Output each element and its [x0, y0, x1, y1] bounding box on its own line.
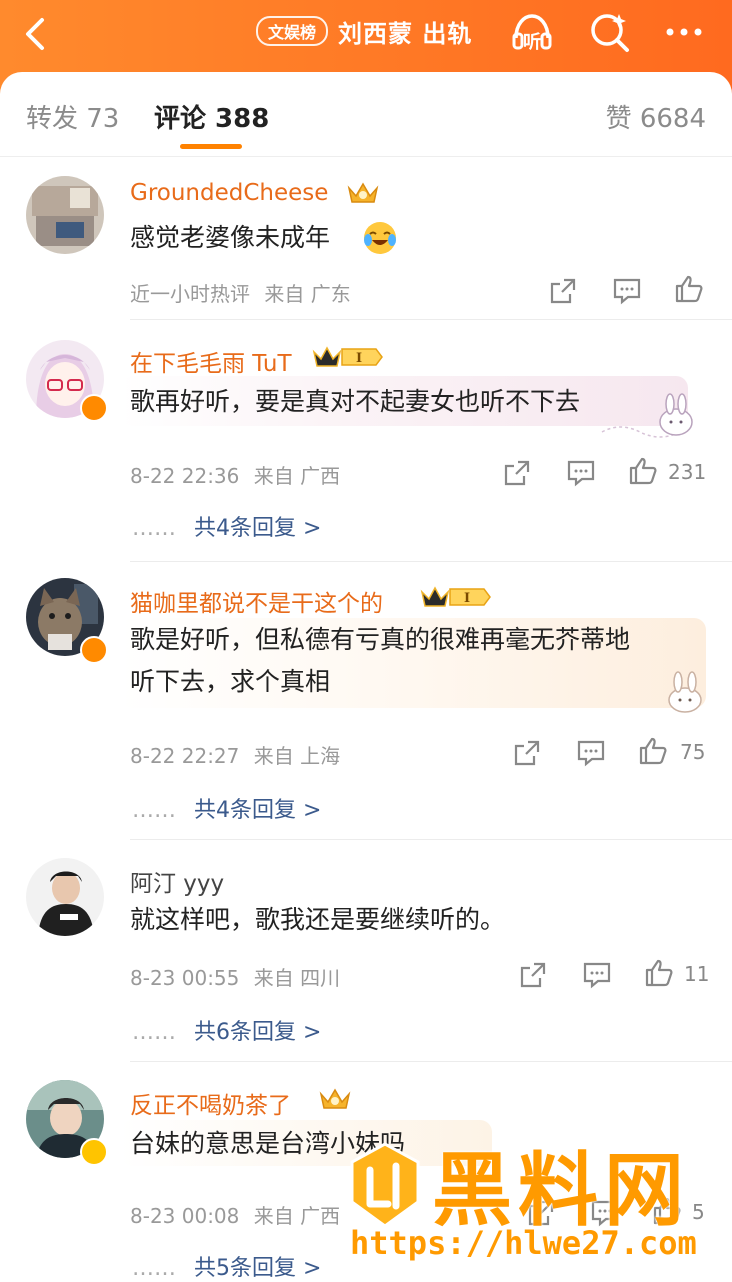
reply-ellipsis: …… [132, 1256, 176, 1281]
svg-text:I: I [356, 351, 362, 366]
search-icon[interactable] [588, 10, 632, 54]
username[interactable]: 反正不喝奶茶了 [130, 1086, 291, 1120]
comment-text-line: 歌是好听，但私德有亏真的很难再毫无芥蒂地 [130, 625, 631, 654]
page-title: 刘西蒙 出轨 [338, 19, 473, 48]
like-icon[interactable] [628, 456, 658, 486]
comment-time: 8-23 00:08 [130, 1204, 240, 1228]
share-icon[interactable] [518, 960, 548, 990]
like-icon[interactable] [644, 958, 674, 988]
hot-list-tag[interactable]: 文娱榜 [256, 16, 329, 46]
laugh-cry-emoji-icon [364, 222, 396, 254]
comment-location: 来自 广西 [253, 1204, 341, 1228]
tab-comment[interactable]: 评论 388 [154, 98, 269, 135]
crown-badge-icon [347, 182, 379, 203]
comment-meta: 8-23 00:55 来自 四川 [130, 962, 340, 991]
reply-count-text: 共5条回复 > [194, 1256, 322, 1281]
comment-time: 8-22 22:36 [130, 464, 240, 488]
comment-text: 歌再好听，要是真对不起妻女也听不下去 [130, 387, 581, 416]
bunny-sticker-icon [668, 671, 702, 713]
reply-count-text: 共4条回复 > [194, 516, 322, 541]
reply-icon[interactable] [612, 276, 642, 306]
reply-ellipsis: …… [132, 516, 176, 541]
like-count: 231 [668, 460, 707, 484]
tab-active-indicator [180, 144, 242, 149]
like-icon[interactable] [638, 736, 668, 766]
comment-location: 来自 广西 [253, 464, 341, 488]
like-count: 11 [684, 962, 710, 986]
member-level-badge-icon: I [420, 586, 491, 607]
listen-icon[interactable]: 听 [510, 10, 554, 54]
reply-count-text: 共6条回复 > [194, 1020, 322, 1045]
comment-item: 在下毛毛雨 TuT I 歌再好听，要是真对不起妻女也听不下去 8-22 22:3… [0, 320, 732, 562]
comment-meta: 8-23 00:08 来自 广西 [130, 1200, 340, 1229]
reply-icon[interactable] [566, 458, 596, 488]
comment-meta: 近一小时热评 来自 广东 [130, 278, 351, 307]
like-icon[interactable] [674, 274, 704, 304]
comment-location: 来自 四川 [253, 966, 341, 990]
tab-repost[interactable]: 转发 73 [26, 98, 119, 135]
avatar[interactable] [26, 858, 104, 936]
view-replies-link[interactable]: …… 共4条回复 > [132, 510, 321, 542]
comment-item: 阿汀 yyy 就这样吧，歌我还是要继续听的。 8-23 00:55 来自 四川 … [0, 840, 732, 1062]
reply-icon[interactable] [576, 738, 606, 768]
share-icon[interactable] [502, 458, 532, 488]
verified-badge-icon [80, 1138, 108, 1166]
comment-location: 来自 广东 [264, 282, 351, 306]
watermark-url: https://hlwe27.com [350, 1224, 697, 1262]
bunny-sticker-icon [601, 393, 693, 438]
reply-icon[interactable] [582, 960, 612, 990]
verified-badge-icon [80, 636, 108, 664]
svg-text:I: I [464, 591, 470, 606]
comment-location: 来自 上海 [253, 744, 341, 768]
more-icon[interactable] [662, 10, 706, 54]
username[interactable]: 在下毛毛雨 TuT [130, 344, 292, 378]
comment-time: 8-23 00:55 [130, 966, 240, 990]
title-area: 文娱榜 刘西蒙 出轨 [256, 14, 472, 48]
reply-ellipsis: …… [132, 798, 176, 823]
crown-badge-icon [319, 1088, 351, 1109]
view-replies-link[interactable]: …… 共6条回复 > [132, 1014, 321, 1046]
comment-text: 就这样吧，歌我还是要继续听的。 [130, 905, 506, 934]
username[interactable]: GroundedCheese [130, 180, 328, 206]
comment-time: 8-22 22:27 [130, 744, 240, 768]
comment-meta: 8-22 22:36 来自 广西 [130, 460, 340, 489]
reply-ellipsis: …… [132, 1020, 176, 1045]
comment-item: GroundedCheese 感觉老婆像未成年 近一小时热评 来自 广东 [0, 160, 732, 320]
back-arrow-icon[interactable] [18, 14, 58, 54]
comment-meta: 8-22 22:27 来自 上海 [130, 740, 340, 769]
tab-bar: 转发 73 评论 388 赞 6684 [0, 72, 732, 157]
username[interactable]: 阿汀 yyy [130, 864, 224, 898]
watermark-logo-icon [350, 1142, 420, 1228]
view-replies-link[interactable]: …… 共5条回复 > [132, 1250, 321, 1282]
member-level-badge-icon: I [312, 346, 383, 367]
share-icon[interactable] [548, 276, 578, 306]
verified-badge-icon [80, 394, 108, 422]
tab-like[interactable]: 赞 6684 [606, 98, 706, 135]
like-count: 75 [680, 740, 706, 764]
avatar[interactable] [26, 176, 104, 254]
reply-count-text: 共4条回复 > [194, 798, 322, 823]
share-icon[interactable] [512, 738, 542, 768]
comment-time: 近一小时热评 [130, 282, 250, 306]
view-replies-link[interactable]: …… 共4条回复 > [132, 792, 321, 824]
comment-text: 感觉老婆像未成年 [130, 223, 331, 252]
comment-text-line: 听下去，求个真相 [130, 667, 331, 696]
comment-item: 猫咖里都说不是干这个的 I 歌是好听，但私德有亏真的很难再毫无芥蒂地 听下去，求… [0, 562, 732, 840]
username[interactable]: 猫咖里都说不是干这个的 [130, 584, 383, 618]
site-watermark: 黑料网 https://hlwe27.com [340, 1128, 732, 1271]
svg-text:听: 听 [523, 31, 541, 53]
